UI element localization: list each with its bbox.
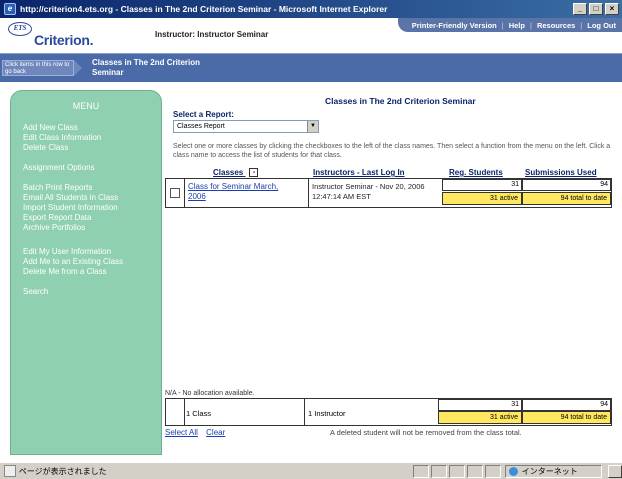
status-panes [412, 464, 501, 478]
nav-log-out[interactable]: Log Out [587, 21, 616, 30]
breadcrumb-arrow-icon [74, 60, 82, 76]
column-header-instructors[interactable]: Instructors - Last Log In [313, 168, 405, 177]
menu-export-report-data[interactable]: Export Report Data [23, 213, 161, 223]
menu-title: MENU [72, 101, 100, 111]
total-classes: 1 Class [186, 409, 212, 418]
reg-students-active: 31 active [442, 192, 522, 205]
sort-toggle-icon[interactable]: - [249, 168, 259, 178]
menu-assignment-options[interactable]: Assignment Options [23, 163, 161, 173]
totals-row: 1 Class 1 Instructor 31 31 active 94 94 … [165, 398, 612, 426]
menu-group-search: Search [11, 287, 161, 297]
resize-grip[interactable] [608, 464, 622, 478]
column-header-classes[interactable]: Classes - [213, 168, 259, 178]
sidebar-menu: MENU Add New Class Edit Class Informatio… [10, 90, 162, 455]
breadcrumb: Click items in this row to go back Class… [0, 54, 622, 82]
menu-delete-me-from-class[interactable]: Delete Me from a Class [23, 267, 161, 277]
row-checkbox[interactable] [170, 188, 180, 198]
breadcrumb-current[interactable]: Classes in The 2nd Criterion Seminar [92, 58, 232, 78]
site-header: ETS Criterion. Instructor: Instructor Se… [0, 18, 622, 54]
menu-edit-my-user-information[interactable]: Edit My User Information [23, 247, 161, 257]
status-pane [448, 464, 465, 478]
close-button[interactable]: × [605, 3, 619, 15]
total-instructors: 1 Instructor [308, 409, 346, 418]
na-note: N/A - No allocation available. [165, 390, 255, 397]
chevron-down-icon[interactable]: ▼ [307, 121, 318, 132]
column-divider [304, 399, 305, 425]
page-icon [4, 465, 16, 477]
column-divider [308, 179, 309, 207]
menu-add-me-to-class[interactable]: Add Me to an Existing Class [23, 257, 161, 267]
breadcrumb-hint: Click items in this row to go back [2, 60, 74, 76]
submissions-count: 94 [522, 179, 611, 191]
menu-edit-class-information[interactable]: Edit Class Information [23, 133, 161, 143]
window-titlebar: e http://criterion4.ets.org - Classes in… [0, 0, 622, 18]
report-select-label: Select a Report: [173, 110, 234, 119]
instructor-last-login: Instructor Seminar - Nov 20, 2006 12:47:… [312, 182, 425, 201]
security-zone: インターネット [504, 464, 603, 478]
instructions-text: Select one or more classes by clicking t… [173, 143, 611, 159]
ie-icon: e [4, 3, 16, 15]
page-title: Classes in The 2nd Criterion Seminar [325, 96, 476, 106]
total-submissions-count: 94 [522, 399, 611, 411]
report-select[interactable]: Classes Report ▼ [173, 120, 319, 133]
maximize-button[interactable]: □ [589, 3, 603, 15]
main-content: Classes in The 2nd Criterion Seminar Sel… [165, 96, 618, 456]
window-title: http://criterion4.ets.org - Classes in T… [20, 4, 388, 14]
globe-icon [508, 466, 518, 476]
column-divider [184, 179, 185, 207]
report-select-value: Classes Report [177, 123, 225, 130]
nav-resources[interactable]: Resources [537, 21, 575, 30]
status-pane [412, 464, 429, 478]
column-header-classes-label: Classes [213, 168, 244, 177]
minimize-button[interactable]: _ [573, 3, 587, 15]
select-all-link[interactable]: Select All [165, 428, 198, 437]
menu-group-user: Edit My User Information Add Me to an Ex… [11, 247, 161, 277]
clear-link[interactable]: Clear [206, 428, 225, 437]
nav-help[interactable]: Help [509, 21, 525, 30]
menu-archive-portfolios[interactable]: Archive Portfolios [23, 223, 161, 233]
instructor-name: Instructor: Instructor Seminar [155, 30, 269, 39]
menu-group-class: Add New Class Edit Class Information Del… [11, 123, 161, 153]
status-pane [430, 464, 447, 478]
menu-batch-print-reports[interactable]: Batch Print Reports [23, 183, 161, 193]
menu-email-all-students[interactable]: Email All Students in Class [23, 193, 161, 203]
selection-links: Select All Clear [165, 428, 231, 437]
ets-logo-icon: ETS [8, 22, 32, 36]
menu-search[interactable]: Search [23, 287, 161, 297]
status-pane [466, 464, 483, 478]
logo-text: Criterion. [34, 32, 94, 48]
table-row: Class for Seminar March, 2006 Instructor… [165, 178, 612, 208]
class-name-link[interactable]: Class for Seminar March, 2006 [188, 182, 288, 202]
total-students-count: 31 [438, 399, 522, 411]
menu-group-assignment: Assignment Options [11, 163, 161, 173]
status-bar: ページが表示されました インターネット [0, 462, 622, 479]
column-header-submissions[interactable]: Submissions Used [525, 168, 597, 177]
menu-add-new-class[interactable]: Add New Class [23, 123, 161, 133]
nav-printer-friendly[interactable]: Printer-Friendly Version [412, 21, 497, 30]
total-students-active: 31 active [438, 411, 522, 424]
menu-import-student-information[interactable]: Import Student Information [23, 203, 161, 213]
column-divider [184, 399, 185, 425]
submissions-total: 94 total to date [522, 192, 611, 205]
menu-group-reports: Batch Print Reports Email All Students i… [11, 183, 161, 233]
top-nav: Printer-Friendly Version | Help | Resour… [397, 18, 622, 32]
criterion-logo: ETS Criterion. [6, 22, 156, 50]
status-pane [484, 464, 501, 478]
total-submissions-total: 94 total to date [522, 411, 611, 424]
reg-students-count: 31 [442, 179, 522, 191]
zone-label: インターネット [521, 466, 578, 476]
deleted-student-note: A deleted student will not be removed fr… [330, 428, 522, 437]
menu-delete-class[interactable]: Delete Class [23, 143, 161, 153]
column-header-students[interactable]: Reg. Students [449, 168, 503, 177]
status-text: ページが表示されました [18, 466, 107, 476]
